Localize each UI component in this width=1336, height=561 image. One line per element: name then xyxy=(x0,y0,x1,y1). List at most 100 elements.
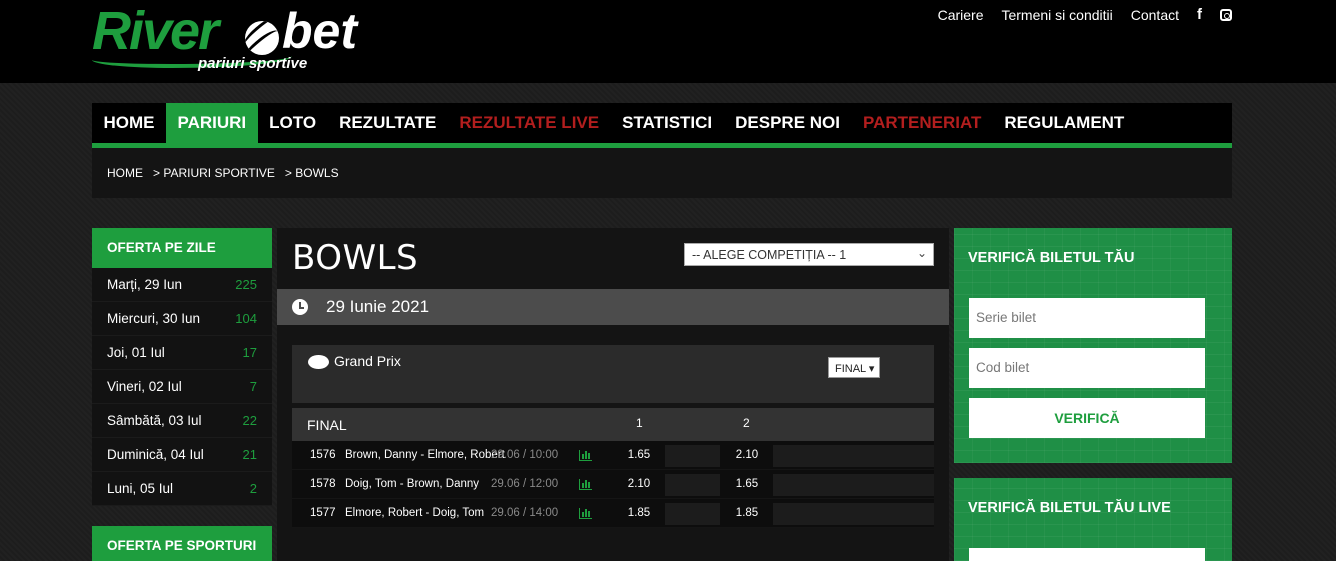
nav-loto[interactable]: LOTO xyxy=(258,103,328,143)
days-heading: OFERTA PE ZILE xyxy=(92,228,272,268)
sports-heading: OFERTA PE SPORTURI xyxy=(92,526,272,561)
odd-spacer xyxy=(665,445,720,467)
event-id: 1577 xyxy=(310,507,336,519)
page-title: BOWLS xyxy=(292,238,419,278)
top-links: Cariere Termeni si conditii Contact f xyxy=(938,6,1232,23)
chevron-down-icon: ⌄ xyxy=(916,246,927,260)
date-label: 29 Iunie 2021 xyxy=(326,297,430,316)
link-contact[interactable]: Contact xyxy=(1131,7,1179,23)
logo-bet-text: bet xyxy=(282,3,357,59)
day-item[interactable]: Miercuri, 30 Iun 104 xyxy=(92,302,272,336)
stats-icon[interactable] xyxy=(579,450,592,461)
competition-select-value: -- ALEGE COMPETIȚIA -- 1 xyxy=(692,248,847,262)
nav-home[interactable]: HOME xyxy=(92,103,166,143)
verify-live-panel: VERIFICĂ BILETUL TĂU LIVE xyxy=(954,478,1232,561)
day-item[interactable]: Joi, 01 Iul 17 xyxy=(92,336,272,370)
day-label: Luni, 05 Iul xyxy=(107,481,174,496)
col-2-label: 2 xyxy=(743,416,750,430)
stats-icon[interactable] xyxy=(579,479,592,490)
day-label: Joi, 01 Iul xyxy=(107,345,165,360)
odd-spacer xyxy=(665,474,720,496)
day-item[interactable]: Sâmbătă, 03 Iul 22 xyxy=(92,404,272,438)
event-name[interactable]: Brown, Danny - Elmore, Robert xyxy=(345,449,505,461)
day-count: 225 xyxy=(235,277,257,292)
nav-despre-noi[interactable]: DESPRE NOI xyxy=(724,103,852,143)
odds-header: FINAL 1 2 xyxy=(292,408,934,441)
caret-down-icon: ▾ xyxy=(868,363,875,375)
day-label: Vineri, 02 Iul xyxy=(107,379,182,394)
odd-2[interactable]: 2.10 xyxy=(720,441,774,470)
verify-ticket-panel: VERIFICĂ BILETUL TĂU Serie bilet Cod bil… xyxy=(954,228,1232,463)
day-count: 22 xyxy=(242,413,257,428)
competition-select[interactable]: -- ALEGE COMPETIȚIA -- 1 ⌄ xyxy=(684,243,934,266)
live-ticket-input[interactable] xyxy=(969,548,1205,561)
odd-1[interactable]: 1.85 xyxy=(612,499,666,528)
serie-bilet-input[interactable]: Serie bilet xyxy=(969,298,1205,338)
day-count: 17 xyxy=(242,345,257,360)
table-row: 1577 Elmore, Robert - Doig, Tom 29.06 / … xyxy=(292,499,934,528)
verify-button[interactable]: VERIFICĂ xyxy=(969,398,1205,438)
table-row: 1578 Doig, Tom - Brown, Danny 29.06 / 12… xyxy=(292,470,934,499)
day-label: Miercuri, 30 Iun xyxy=(107,311,201,326)
event-id: 1578 xyxy=(310,478,336,490)
main-content: BOWLS -- ALEGE COMPETIȚIA -- 1 ⌄ 29 Iuni… xyxy=(277,228,949,561)
breadcrumb-home[interactable]: HOME xyxy=(107,166,143,180)
event-name[interactable]: Doig, Tom - Brown, Danny xyxy=(345,478,479,490)
day-item[interactable]: Marți, 29 Iun 225 xyxy=(92,268,272,302)
odd-spacer xyxy=(773,503,934,525)
instagram-icon[interactable] xyxy=(1220,8,1232,21)
event-rows: 1576 Brown, Danny - Elmore, Robert 29.06… xyxy=(292,441,934,528)
event-name[interactable]: Elmore, Robert - Doig, Tom xyxy=(345,507,484,519)
nav-regulament[interactable]: REGULAMENT xyxy=(993,103,1136,143)
tournament-name: Grand Prix xyxy=(334,353,401,369)
day-item[interactable]: Luni, 05 Iul 2 xyxy=(92,472,272,506)
breadcrumb: HOME > PARIURI SPORTIVE > BOWLS xyxy=(92,148,1232,198)
main-nav: HOME PARIURI LOTO REZULTATE REZULTATE LI… xyxy=(92,103,1232,143)
odd-spacer xyxy=(773,474,934,496)
world-icon xyxy=(308,355,329,369)
day-count: 21 xyxy=(242,447,257,462)
odd-2[interactable]: 1.85 xyxy=(720,499,774,528)
logo[interactable]: River bet pariuri sportive xyxy=(92,4,372,76)
odd-2[interactable]: 1.65 xyxy=(720,470,774,499)
logo-tagline: pariuri sportive xyxy=(198,55,308,72)
odd-1[interactable]: 2.10 xyxy=(612,470,666,499)
nav-pariuri[interactable]: PARIURI xyxy=(166,103,258,143)
verify-title: VERIFICĂ BILETUL TĂU xyxy=(968,250,1135,266)
day-label: Marți, 29 Iun xyxy=(107,277,183,292)
day-count: 104 xyxy=(235,311,257,326)
breadcrumb-bowls: > BOWLS xyxy=(284,166,339,180)
verify-live-title: VERIFICĂ BILETUL TĂU LIVE xyxy=(968,500,1171,516)
clock-icon xyxy=(292,299,308,315)
cod-bilet-input[interactable]: Cod bilet xyxy=(969,348,1205,388)
day-label: Duminică, 04 Iul xyxy=(107,447,204,462)
market-label: FINAL xyxy=(307,417,347,433)
tournament-header: Grand Prix FINAL ▾ xyxy=(292,345,934,403)
link-cariere[interactable]: Cariere xyxy=(938,7,984,23)
nav-parteneriat[interactable]: PARTENERIAT xyxy=(852,103,993,143)
date-band: 29 Iunie 2021 xyxy=(277,289,949,325)
days-list: Marți, 29 Iun 225 Miercuri, 30 Iun 104 Joi… xyxy=(92,268,272,506)
link-termeni[interactable]: Termeni si conditii xyxy=(1001,7,1112,23)
stats-icon[interactable] xyxy=(579,508,592,519)
market-select[interactable]: FINAL ▾ xyxy=(828,357,880,378)
facebook-icon[interactable]: f xyxy=(1197,6,1202,23)
logo-river-text: River xyxy=(92,1,219,61)
nav-statistici[interactable]: STATISTICI xyxy=(611,103,724,143)
col-1-label: 1 xyxy=(636,416,643,430)
market-select-value: FINAL xyxy=(835,363,866,375)
event-time: 29.06 / 12:00 xyxy=(491,478,559,490)
event-time: 29.06 / 14:00 xyxy=(491,507,559,519)
nav-rezultate[interactable]: REZULTATE xyxy=(328,103,448,143)
odd-1[interactable]: 1.65 xyxy=(612,441,666,470)
day-label: Sâmbătă, 03 Iul xyxy=(107,413,202,428)
odd-spacer xyxy=(665,503,720,525)
day-item[interactable]: Duminică, 04 Iul 21 xyxy=(92,438,272,472)
table-row: 1576 Brown, Danny - Elmore, Robert 29.06… xyxy=(292,441,934,470)
day-count: 7 xyxy=(249,379,257,394)
breadcrumb-pariuri[interactable]: > PARIURI SPORTIVE xyxy=(153,166,275,180)
day-item[interactable]: Vineri, 02 Iul 7 xyxy=(92,370,272,404)
event-id: 1576 xyxy=(310,449,336,461)
event-time: 29.06 / 10:00 xyxy=(491,449,559,461)
nav-rezultate-live[interactable]: REZULTATE LIVE xyxy=(448,103,611,143)
